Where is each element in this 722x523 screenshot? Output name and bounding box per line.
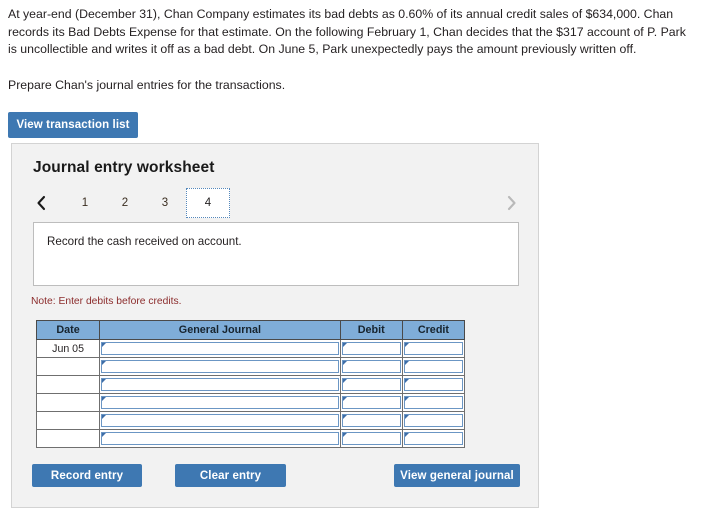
view-transaction-list-button[interactable]: View transaction list [8,112,138,138]
credit-input-3[interactable] [403,396,463,409]
table-row [35,357,466,376]
credit-input-0[interactable] [403,342,463,355]
clear-entry-button[interactable]: Clear entry [175,464,286,487]
instruction-box: Record the cash received on account. [33,222,519,286]
worksheet-tab-3[interactable]: 3 [151,188,179,218]
table-row [35,375,466,394]
general-journal-select-3[interactable] [101,396,339,409]
debit-input-2[interactable] [341,378,401,391]
worksheet-tab-1[interactable]: 1 [71,188,99,218]
cell-date-2[interactable] [35,375,101,394]
credit-input-5[interactable] [403,432,463,445]
cell-debit-3[interactable] [339,393,403,412]
debit-input-5[interactable] [341,432,401,445]
worksheet-tab-2-label: 2 [121,197,129,209]
column-header-credit: Credit [401,320,466,340]
cell-date-0[interactable]: Jun 05 [35,339,101,358]
chevron-left-icon[interactable] [33,192,49,214]
cell-general-journal-1[interactable] [99,357,341,376]
debit-input-1[interactable] [341,360,401,373]
table-row [35,411,466,430]
debits-before-credits-note: Note: Enter debits before credits. [31,296,182,307]
cell-date-5[interactable] [35,429,101,448]
cell-debit-1[interactable] [339,357,403,376]
table-row: Jun 05 [35,339,466,358]
debit-input-4[interactable] [341,414,401,427]
general-journal-select-1[interactable] [101,360,339,373]
column-header-date: Date [35,320,101,340]
cell-general-journal-3[interactable] [99,393,341,412]
journal-entry-worksheet-panel: Journal entry worksheet 1 2 3 4 Record t… [11,143,539,508]
cell-general-journal-4[interactable] [99,411,341,430]
view-general-journal-button[interactable]: View general journal [394,464,520,487]
credit-input-1[interactable] [403,360,463,373]
cell-credit-1[interactable] [401,357,466,376]
credit-input-4[interactable] [403,414,463,427]
journal-table-header-row: Date General Journal Debit Credit [35,320,466,340]
credit-input-2[interactable] [403,378,463,391]
worksheet-tab-3-label: 3 [161,197,169,209]
column-header-general-journal: General Journal [99,320,341,340]
cell-credit-5[interactable] [401,429,466,448]
journal-entry-table: Date General Journal Debit Credit Jun 05 [35,320,466,448]
worksheet-tab-4[interactable]: 4 [186,188,230,218]
worksheet-tab-bar: 1 2 3 4 [33,188,519,220]
general-journal-select-5[interactable] [101,432,339,445]
column-header-debit: Debit [339,320,403,340]
instruction-text: Record the cash received on account. [47,235,242,248]
cell-debit-0[interactable] [339,339,403,358]
cell-date-3[interactable] [35,393,101,412]
problem-statement-area: At year-end (December 31), Chan Company … [8,6,698,94]
problem-statement-text: At year-end (December 31), Chan Company … [8,7,686,56]
general-journal-select-4[interactable] [101,414,339,427]
worksheet-title: Journal entry worksheet [33,159,215,176]
cell-credit-4[interactable] [401,411,466,430]
table-row [35,429,466,448]
cell-general-journal-0[interactable] [99,339,341,358]
cell-date-1[interactable] [35,357,101,376]
chevron-right-icon[interactable] [503,192,519,214]
table-row [35,393,466,412]
general-journal-select-0[interactable] [101,342,339,355]
problem-prepare-text: Prepare Chan's journal entries for the t… [8,77,286,92]
cell-credit-0[interactable] [401,339,466,358]
cell-credit-3[interactable] [401,393,466,412]
cell-debit-5[interactable] [339,429,403,448]
cell-general-journal-5[interactable] [99,429,341,448]
debit-input-3[interactable] [341,396,401,409]
cell-date-4[interactable] [35,411,101,430]
worksheet-tab-4-label: 4 [204,197,212,209]
record-entry-button[interactable]: Record entry [32,464,142,487]
worksheet-tab-2[interactable]: 2 [111,188,139,218]
worksheet-tab-1-label: 1 [81,197,89,209]
general-journal-select-2[interactable] [101,378,339,391]
cell-debit-4[interactable] [339,411,403,430]
debit-input-0[interactable] [341,342,401,355]
cell-general-journal-2[interactable] [99,375,341,394]
cell-debit-2[interactable] [339,375,403,394]
cell-credit-2[interactable] [401,375,466,394]
